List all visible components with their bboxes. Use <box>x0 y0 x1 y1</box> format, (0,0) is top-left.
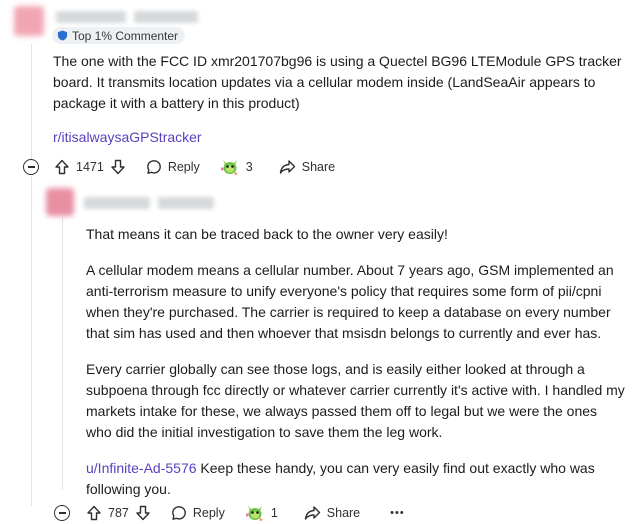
comment-icon <box>171 506 186 520</box>
reply-button[interactable]: Reply <box>140 153 206 181</box>
avatar[interactable] <box>14 6 44 36</box>
award-count: 1 <box>270 506 278 520</box>
timestamp <box>134 11 198 23</box>
downvote-icon[interactable] <box>135 505 151 521</box>
user-flair: Top 1% Commenter <box>52 27 186 44</box>
award-icon <box>220 160 238 175</box>
comment-body: The one with the FCC ID xmr201707bg96 is… <box>53 51 623 114</box>
timestamp <box>158 197 214 209</box>
reply-label: Reply <box>192 506 225 520</box>
avatar[interactable] <box>46 188 74 216</box>
collapse-thread-button[interactable] <box>54 505 70 521</box>
comment-paragraph: u/Infinite-Ad-5576 Keep these handy, you… <box>86 458 626 500</box>
username[interactable] <box>56 11 126 23</box>
share-button[interactable]: Share <box>273 153 341 181</box>
vote-count: 787 <box>108 506 129 520</box>
award-count: 3 <box>245 160 253 174</box>
award-button[interactable]: 1 <box>239 499 284 524</box>
more-icon: ••• <box>390 507 405 519</box>
comment-icon <box>146 160 161 174</box>
comment-link-line: r/itisalwaysaGPStracker <box>53 127 453 148</box>
award-button[interactable]: 3 <box>214 153 259 181</box>
flair-label: Top 1% Commenter <box>72 28 179 43</box>
comment-paragraph: A cellular modem means a cellular number… <box>86 262 614 341</box>
thread-line <box>31 44 32 162</box>
comment-action-bar: 787 Reply 1 Share ••• <box>80 499 411 524</box>
collapse-thread-button[interactable] <box>23 159 39 175</box>
comment-paragraph: Every carrier globally can see those log… <box>86 361 625 440</box>
reply-button[interactable]: Reply <box>165 499 231 524</box>
comment-action-bar: 1471 Reply 3 Share <box>48 153 341 181</box>
award-icon <box>245 506 263 521</box>
vote-group: 1471 <box>48 153 132 181</box>
thread-line <box>62 218 63 490</box>
share-button[interactable]: Share <box>298 499 366 524</box>
reply-label: Reply <box>167 160 200 174</box>
comment-paragraph: The one with the FCC ID xmr201707bg96 is… <box>53 53 622 111</box>
vote-count: 1471 <box>76 160 104 174</box>
shield-icon <box>57 30 68 41</box>
share-label: Share <box>301 160 336 174</box>
upvote-icon[interactable] <box>54 159 70 175</box>
thread-line <box>31 176 32 506</box>
share-icon <box>304 506 320 520</box>
user-mention-link[interactable]: u/Infinite-Ad-5576 <box>86 460 197 476</box>
more-options-button[interactable]: ••• <box>384 499 411 524</box>
username[interactable] <box>84 197 150 209</box>
downvote-icon[interactable] <box>110 159 126 175</box>
comment-paragraph: That means it can be traced back to the … <box>86 226 448 242</box>
share-label: Share <box>326 506 361 520</box>
comment-body: That means it can be traced back to the … <box>86 224 626 500</box>
upvote-icon[interactable] <box>86 505 102 521</box>
share-icon <box>279 160 295 174</box>
subreddit-link[interactable]: r/itisalwaysaGPStracker <box>53 129 202 145</box>
vote-group: 787 <box>80 499 157 524</box>
